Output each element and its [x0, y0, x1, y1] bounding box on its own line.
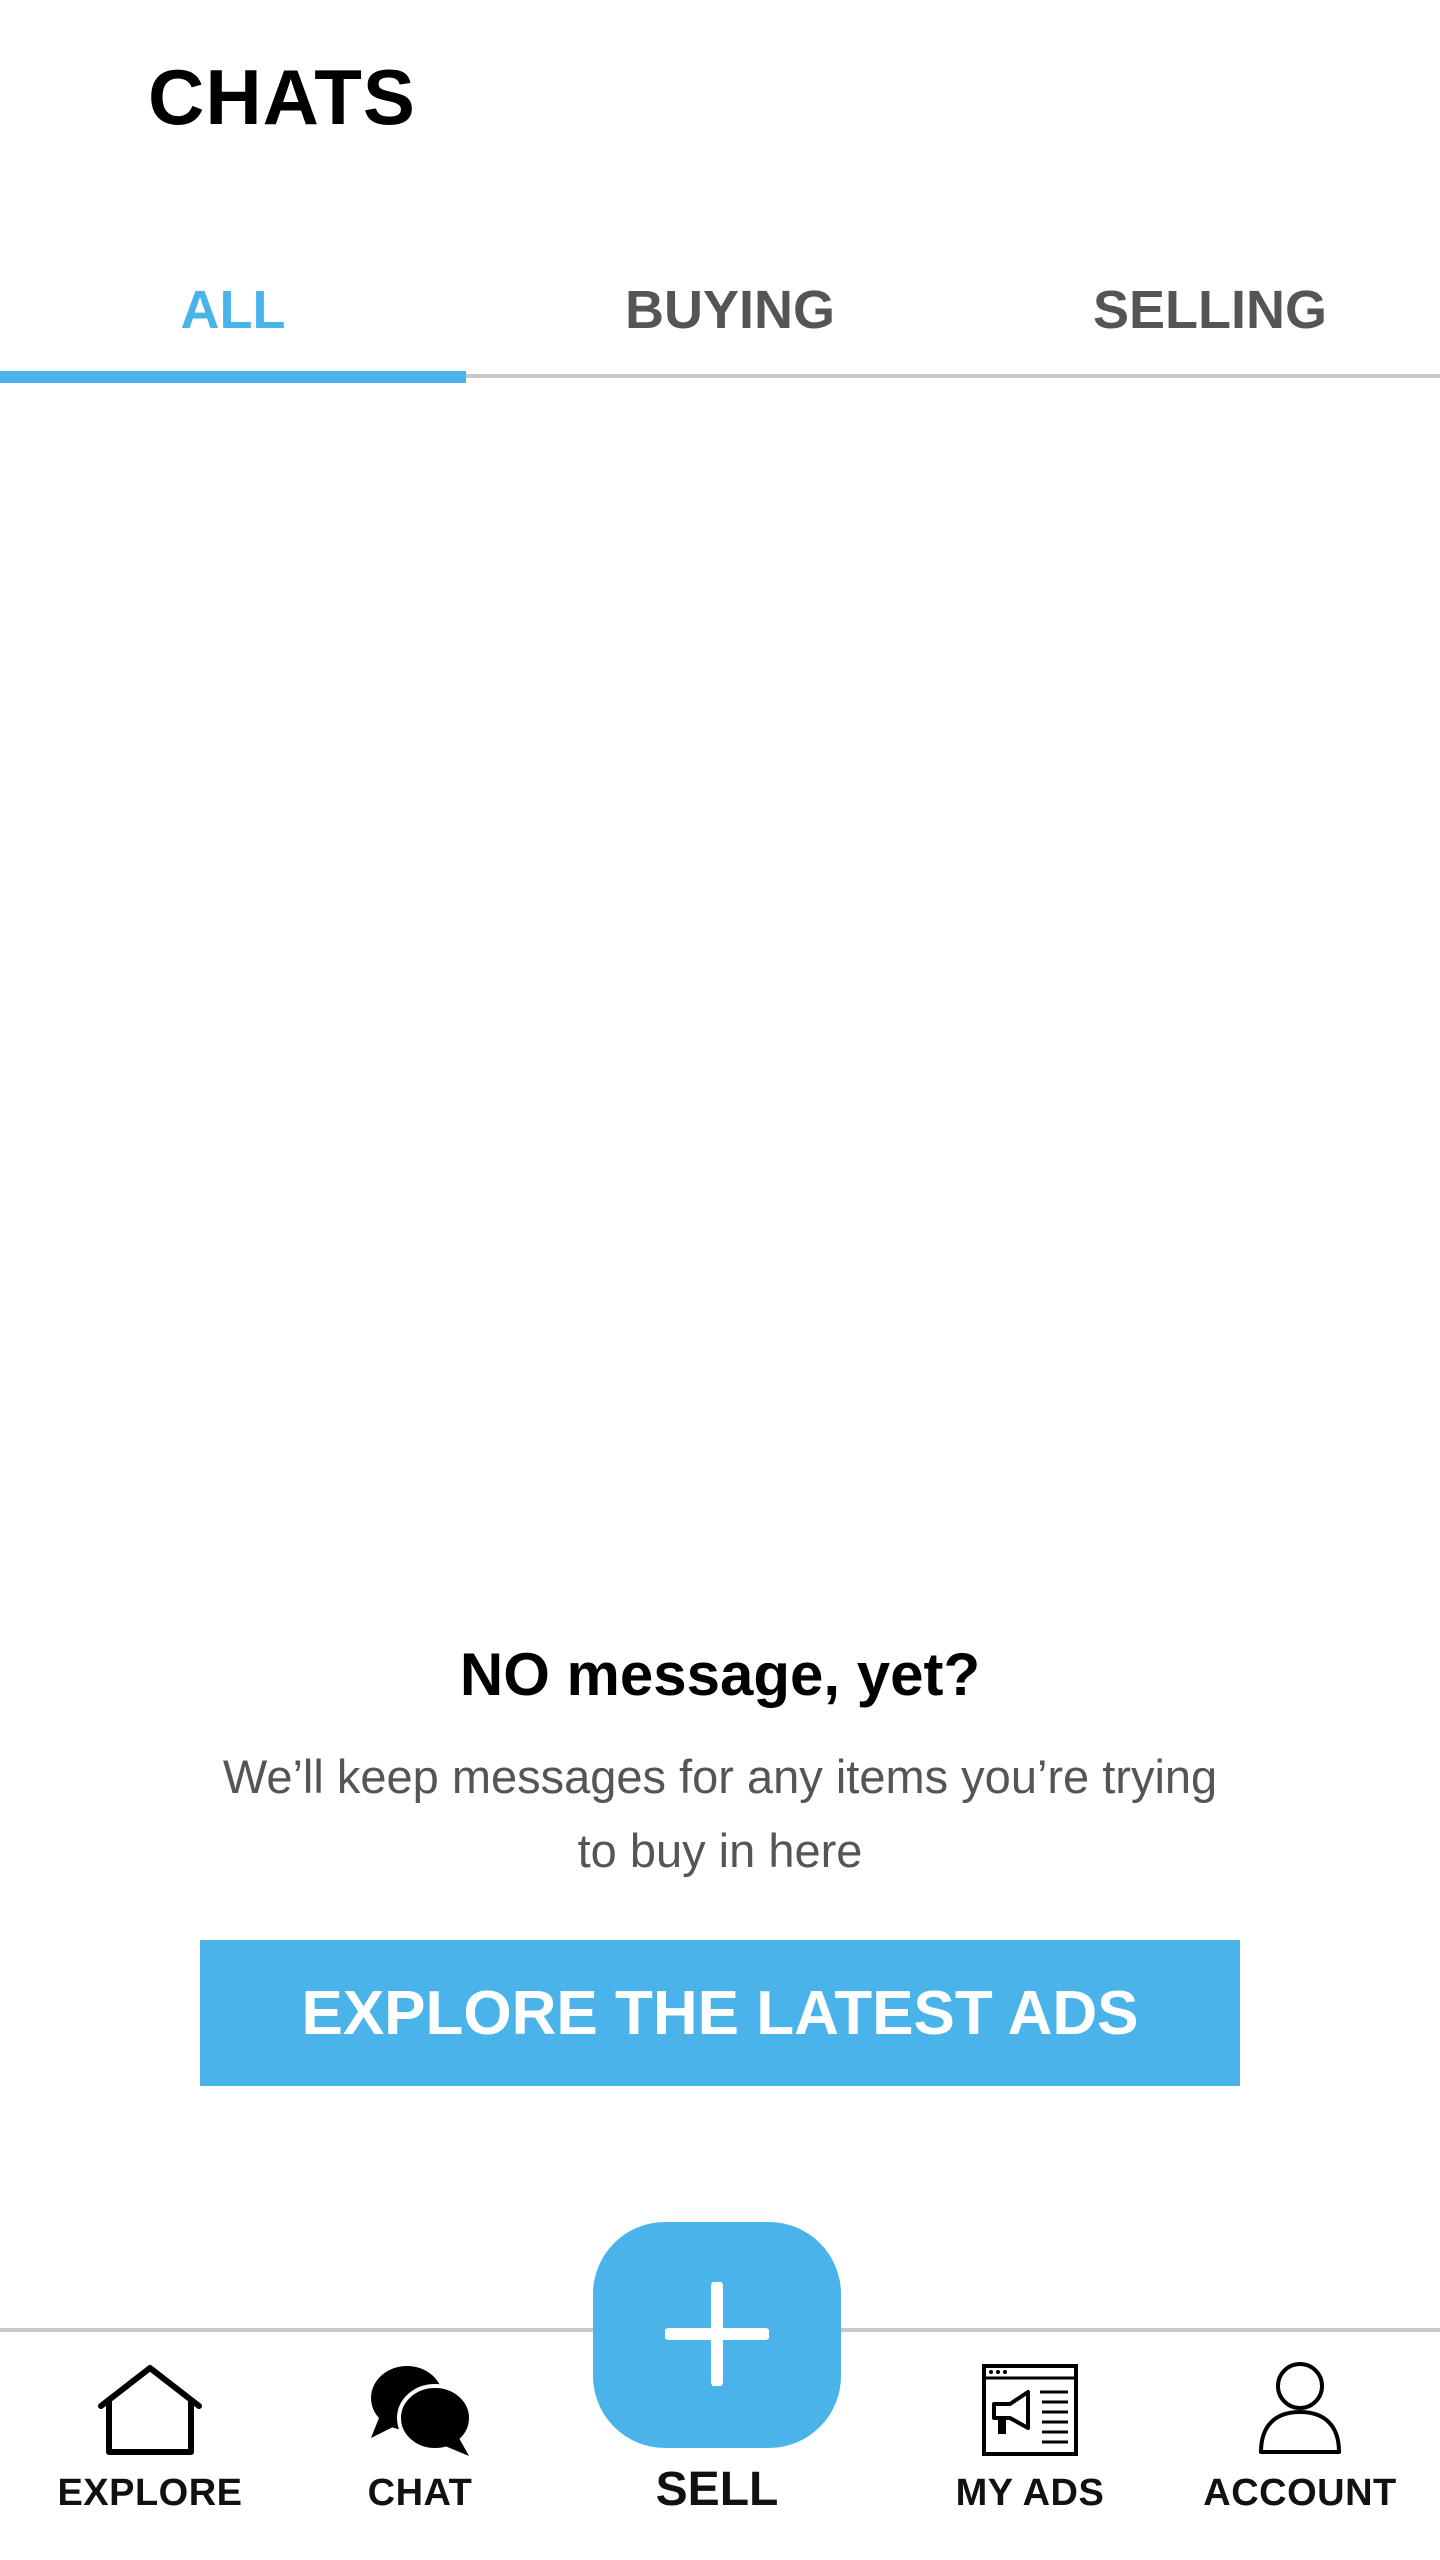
nav-explore[interactable]: EXPLORE — [40, 2358, 260, 2538]
user-icon — [1245, 2358, 1355, 2458]
tab-buying[interactable]: BUYING — [520, 270, 940, 350]
sell-button[interactable] — [593, 2222, 841, 2448]
nav-my-ads-label: MY ADS — [955, 2472, 1105, 2514]
tab-selling[interactable]: SELLING — [1000, 270, 1420, 350]
tab-all[interactable]: ALL — [0, 270, 466, 350]
empty-state-description: We’ll keep messages for any items you’re… — [222, 1750, 1218, 1877]
empty-state-title: NO message, yet? — [459, 1641, 981, 1708]
nav-sell-label[interactable]: SELL — [593, 2462, 841, 2517]
nav-account[interactable]: ACCOUNT — [1180, 2358, 1420, 2538]
nav-chat[interactable]: CHAT — [320, 2358, 520, 2538]
megaphone-ad-icon — [975, 2358, 1085, 2458]
home-icon — [95, 2358, 205, 2458]
chat-bubbles-icon — [365, 2358, 475, 2458]
plus-icon — [663, 2279, 771, 2389]
chat-tabs: ALL BUYING SELLING — [0, 250, 1440, 386]
chats-screen: CHATS ALL BUYING SELLING NO message, yet… — [0, 0, 1440, 2560]
active-tab-indicator — [0, 371, 466, 383]
nav-chat-label: CHAT — [367, 2472, 473, 2514]
nav-explore-label: EXPLORE — [57, 2472, 243, 2514]
nav-account-label: ACCOUNT — [1203, 2472, 1397, 2514]
nav-my-ads[interactable]: MY ADS — [930, 2358, 1130, 2538]
explore-latest-ads-button[interactable]: EXPLORE THE LATEST ADS — [200, 1940, 1240, 2086]
page-title: CHATS — [148, 53, 416, 141]
